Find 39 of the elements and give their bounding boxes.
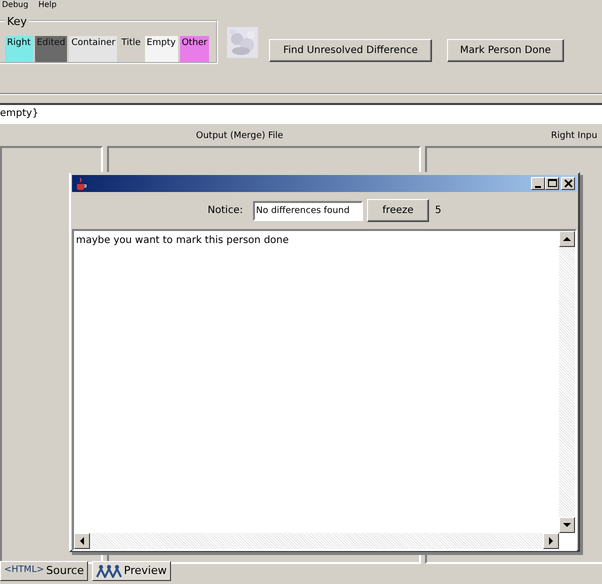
mark-done-button[interactable]: Mark Person Done [447,39,564,62]
column-header: Right Inpu [551,130,598,143]
key-swatch: Edited [34,36,68,62]
column-header: Output (Merge) File [196,130,284,143]
minimize-button[interactable] [531,177,545,190]
key-swatch: Other [180,36,210,62]
message-text: maybe you want to mark this person done [75,234,290,248]
vertical-scrollbar[interactable] [559,231,575,533]
scroll-right-arrow-icon [547,537,555,545]
count-label: 5 [434,204,442,218]
path-field[interactable]: empty} [0,103,602,124]
scroll-left-arrow-icon [78,537,86,545]
html-icon: <HTML> [4,564,44,578]
people-icon [96,564,122,578]
menu-item[interactable]: Help [38,0,57,11]
minimize-icon [535,186,541,188]
find-difference-button[interactable]: Find Unresolved Difference [269,39,432,62]
scroll-up-button[interactable] [559,231,575,247]
key-swatch: Empty [144,36,178,62]
maximize-button[interactable] [545,177,559,190]
key-title: Key [5,14,29,30]
tab[interactable]: Preview [92,561,171,581]
notice-label: Notice: [208,204,243,218]
horizontal-scrollbar[interactable] [74,533,559,549]
scroll-up-arrow-icon [563,235,571,243]
key-swatch: Container [69,36,118,62]
close-icon [562,178,574,189]
scroll-down-arrow-icon [563,521,571,529]
coffee-cup-icon [74,176,88,190]
tab[interactable]: <HTML> Source [0,561,88,581]
notice-field[interactable]: No differences found [252,200,363,220]
menu-item[interactable]: Debug [2,0,28,11]
maximize-icon [546,178,558,189]
scroll-down-button[interactable] [559,517,575,533]
close-button[interactable] [561,177,575,190]
freeze-button[interactable]: freeze [366,199,429,222]
scroll-right-button[interactable] [543,533,559,549]
scroll-left-button[interactable] [74,533,90,549]
key-swatch: Right [5,36,33,62]
